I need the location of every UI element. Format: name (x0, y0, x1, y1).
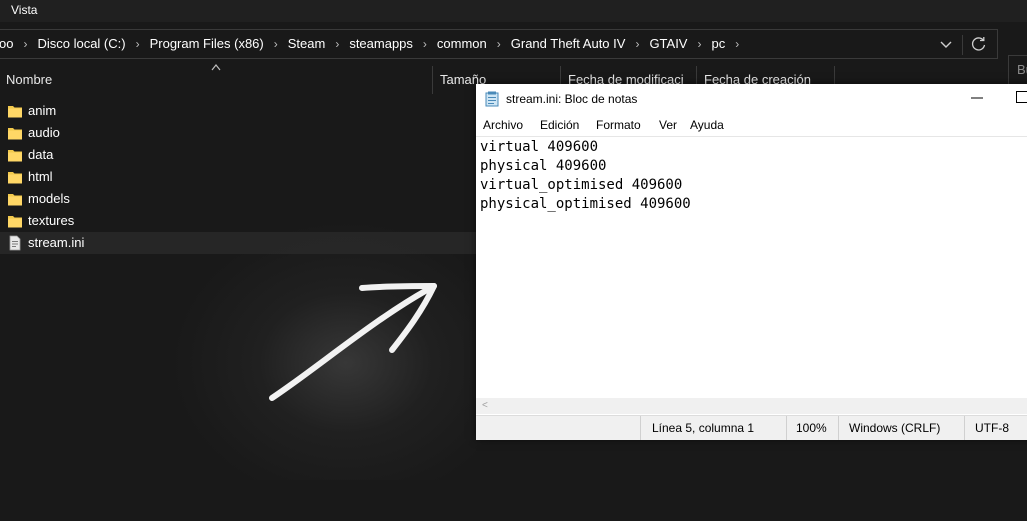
status-divider (964, 416, 965, 440)
minimize-icon[interactable] (970, 90, 984, 104)
menu-view[interactable]: Vista (11, 3, 37, 17)
status-divider (786, 416, 787, 440)
status-divider (640, 416, 641, 440)
chevron-right-icon[interactable]: › (335, 37, 339, 51)
text-editor[interactable]: virtual 409600 physical 409600 virtual_o… (476, 136, 1027, 398)
file-name: html (28, 169, 53, 184)
menu-edicion[interactable]: Edición (540, 118, 579, 132)
list-item[interactable]: models (0, 188, 480, 210)
list-item[interactable]: data (0, 144, 480, 166)
status-position: Línea 5, columna 1 (652, 421, 755, 435)
folder-icon (8, 172, 22, 184)
chevron-right-icon[interactable]: › (23, 37, 27, 51)
folder-icon (8, 194, 22, 206)
menu-ayuda[interactable]: Ayuda (690, 118, 724, 132)
address-bar: oo › Disco local (C:) › Program Files (x86… (0, 26, 1027, 85)
menu-archivo[interactable]: Archivo (483, 118, 523, 132)
status-line-ending: Windows (CRLF) (849, 421, 941, 435)
breadcrumb-item[interactable]: pc (711, 36, 725, 51)
folder-icon (8, 216, 22, 228)
status-bar: Línea 5, columna 1 100% Windows (CRLF) U… (476, 415, 1027, 440)
file-name: models (28, 191, 70, 206)
file-name: textures (28, 213, 75, 228)
menu-ver[interactable]: Ver (659, 118, 677, 132)
breadcrumb-item[interactable]: oo (0, 36, 13, 51)
breadcrumb-item[interactable]: GTAIV (649, 36, 687, 51)
menu-bar: Vista (0, 0, 1027, 22)
pointer-arrow-icon (269, 283, 437, 401)
notepad-icon (485, 91, 499, 107)
breadcrumb-item[interactable]: common (437, 36, 487, 51)
divider (962, 35, 963, 55)
status-divider (838, 416, 839, 440)
maximize-icon[interactable] (1016, 91, 1027, 103)
column-header-name[interactable]: Nombre (6, 72, 52, 87)
folder-icon (8, 106, 22, 118)
chevron-right-icon[interactable]: › (697, 37, 701, 51)
column-divider[interactable] (432, 66, 433, 94)
breadcrumb-item[interactable]: Grand Theft Auto IV (511, 36, 626, 51)
status-zoom: 100% (796, 421, 827, 435)
text-line: physical_optimised 409600 (480, 196, 691, 212)
horizontal-scrollbar[interactable]: < (476, 398, 1027, 414)
chevron-right-icon[interactable]: › (735, 37, 739, 51)
scroll-left-icon[interactable]: < (482, 400, 488, 411)
breadcrumb-item[interactable]: steamapps (349, 36, 413, 51)
chevron-right-icon[interactable]: › (423, 37, 427, 51)
file-name: anim (28, 103, 57, 118)
breadcrumb-item[interactable]: Disco local (C:) (37, 36, 125, 51)
text-line: physical 409600 (480, 158, 607, 174)
ini-file-icon (9, 235, 21, 251)
notepad-window: stream.ini: Bloc de notas Archivo Edició… (476, 84, 1027, 440)
list-item[interactable]: html (0, 166, 480, 188)
chevron-down-icon[interactable] (939, 37, 953, 51)
chevron-right-icon[interactable]: › (497, 37, 501, 51)
chevron-right-icon[interactable]: › (136, 37, 140, 51)
file-name: data (28, 147, 54, 162)
chevron-right-icon[interactable]: › (635, 37, 639, 51)
breadcrumb-item[interactable]: Program Files (x86) (150, 36, 264, 51)
notepad-menu-bar: Archivo Edición Formato Ver Ayuda (476, 115, 1027, 135)
text-line: virtual 409600 (480, 139, 599, 155)
list-item[interactable]: anim (0, 100, 480, 122)
sort-ascending-icon (211, 64, 221, 71)
breadcrumb-item[interactable]: Steam (288, 36, 326, 51)
text-line: virtual_optimised 409600 (480, 177, 683, 193)
window-title: stream.ini: Bloc de notas (506, 92, 638, 106)
breadcrumb: oo › Disco local (C:) › Program Files (x86… (0, 36, 749, 51)
file-name: audio (28, 125, 60, 140)
file-name: stream.ini (28, 235, 85, 250)
folder-icon (8, 150, 22, 162)
title-bar[interactable]: stream.ini: Bloc de notas (476, 84, 1027, 114)
menu-formato[interactable]: Formato (596, 118, 641, 132)
status-encoding: UTF-8 (975, 421, 1009, 435)
list-item[interactable]: audio (0, 122, 480, 144)
refresh-icon[interactable] (971, 36, 987, 52)
chevron-right-icon[interactable]: › (274, 37, 278, 51)
address-box[interactable]: oo › Disco local (C:) › Program Files (x86… (0, 29, 998, 59)
folder-icon (8, 128, 22, 140)
